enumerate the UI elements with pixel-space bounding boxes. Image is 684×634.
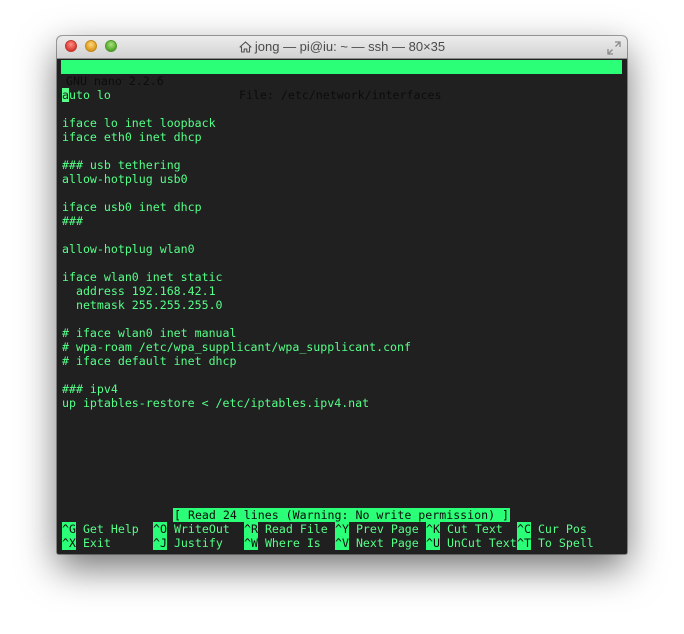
terminal-screen[interactable]: GNU nano 2.2.6 File: /etc/network/interf… bbox=[57, 59, 627, 554]
shortcut-key: ^U bbox=[426, 536, 440, 550]
text-cursor: a bbox=[62, 88, 69, 102]
editor-line: iface usb0 inet dhcp bbox=[62, 200, 202, 214]
editor-line: address 192.168.42.1 bbox=[62, 284, 216, 298]
shortcut-to-spell: ^T To Spell bbox=[517, 536, 594, 550]
shortcut-cur-pos: ^C Cur Pos bbox=[517, 522, 587, 536]
shortcut-cut-text: ^K Cut Text bbox=[426, 522, 503, 536]
shortcut-justify: ^J Justify bbox=[153, 536, 223, 550]
editor-line: # iface wlan0 inet manual bbox=[62, 326, 237, 340]
shortcut-key: ^W bbox=[244, 536, 258, 550]
editor-line: iface eth0 inet dhcp bbox=[62, 130, 202, 144]
terminal-window: jong — pi@iu: ~ — ssh — 80×35 GNU nano 2… bbox=[57, 36, 627, 554]
window-title: jong — pi@iu: ~ — ssh — 80×35 bbox=[57, 39, 627, 56]
shortcut-read-file: ^R Read File bbox=[244, 522, 328, 536]
title-bar[interactable]: jong — pi@iu: ~ — ssh — 80×35 bbox=[57, 36, 627, 59]
shortcut-key: ^K bbox=[426, 522, 440, 536]
shortcut-label: Read File bbox=[257, 522, 328, 536]
shortcut-key: ^O bbox=[153, 522, 167, 536]
shortcut-label: Exit bbox=[75, 536, 111, 550]
shortcut-label: Prev Page bbox=[348, 522, 419, 536]
editor-line: allow-hotplug wlan0 bbox=[62, 242, 195, 256]
shortcut-key: ^X bbox=[62, 536, 76, 550]
shortcut-key: ^G bbox=[62, 522, 76, 536]
shortcut-where-is: ^W Where Is bbox=[244, 536, 321, 550]
nano-file-name: File: /etc/network/interfaces bbox=[239, 88, 442, 102]
shortcut-label: Next Page bbox=[348, 536, 419, 550]
editor-line: auto lo bbox=[62, 88, 111, 102]
nano-title-bar: GNU nano 2.2.6 File: /etc/network/interf… bbox=[61, 60, 622, 102]
shortcut-label: UnCut Text bbox=[439, 536, 517, 550]
shortcut-label: Cur Pos bbox=[530, 522, 587, 536]
editor-line: ### bbox=[62, 214, 83, 228]
shortcut-writeout: ^O WriteOut bbox=[153, 522, 230, 536]
shortcut-label: Justify bbox=[166, 536, 223, 550]
editor-line: # iface default inet dhcp bbox=[62, 354, 237, 368]
status-message: [ Read 24 lines (Warning: No write permi… bbox=[173, 508, 511, 522]
fullscreen-icon[interactable] bbox=[607, 40, 621, 55]
editor-line: allow-hotplug usb0 bbox=[62, 172, 188, 186]
shortcut-uncut-text: ^U UnCut Text bbox=[426, 536, 517, 550]
editor-line: up iptables-restore < /etc/iptables.ipv4… bbox=[62, 396, 370, 410]
shortcut-label: Where Is bbox=[257, 536, 321, 550]
shortcut-key: ^Y bbox=[335, 522, 349, 536]
shortcut-label: WriteOut bbox=[166, 522, 230, 536]
shortcut-get-help: ^G Get Help bbox=[62, 522, 139, 536]
nano-version: GNU nano 2.2.6 bbox=[66, 74, 164, 88]
shortcut-label: Cut Text bbox=[439, 522, 503, 536]
shortcut-key: ^V bbox=[335, 536, 349, 550]
home-icon bbox=[239, 41, 252, 56]
editor-line: # wpa-roam /etc/wpa_supplicant/wpa_suppl… bbox=[62, 340, 412, 354]
shortcut-label: To Spell bbox=[530, 536, 594, 550]
editor-line: ### usb tethering bbox=[62, 158, 181, 172]
shortcut-key: ^R bbox=[244, 522, 258, 536]
window-title-text: jong — pi@iu: ~ — ssh — 80×35 bbox=[254, 39, 446, 54]
shortcut-exit: ^X Exit bbox=[62, 536, 111, 550]
editor-line: iface lo inet loopback bbox=[62, 116, 216, 130]
shortcut-key: ^C bbox=[517, 522, 531, 536]
shortcut-prev-page: ^Y Prev Page bbox=[335, 522, 419, 536]
editor-line: iface wlan0 inet static bbox=[62, 270, 223, 284]
editor-line: ### ipv4 bbox=[62, 382, 118, 396]
shortcut-key: ^T bbox=[517, 536, 531, 550]
shortcut-key: ^J bbox=[153, 536, 167, 550]
shortcut-label: Get Help bbox=[75, 522, 139, 536]
shortcut-next-page: ^V Next Page bbox=[335, 536, 419, 550]
editor-line: netmask 255.255.255.0 bbox=[62, 298, 223, 312]
